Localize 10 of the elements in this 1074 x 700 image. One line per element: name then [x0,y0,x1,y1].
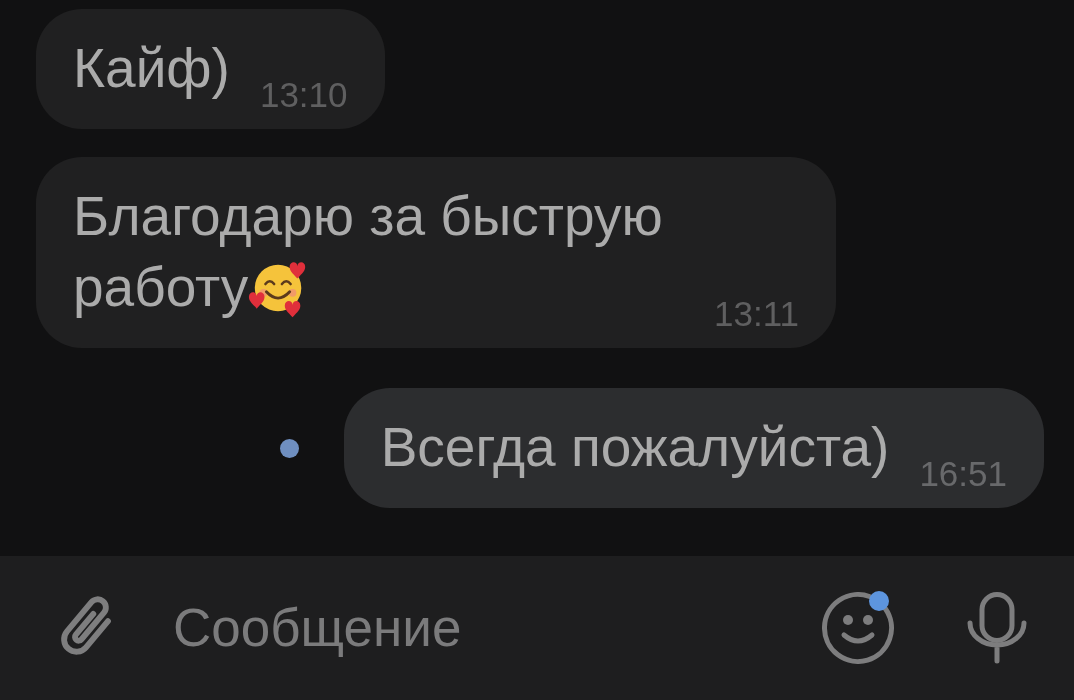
message-text: Кайф) [73,36,230,99]
smiley-face-icon[interactable] [822,592,894,664]
message-input-bar[interactable]: Сообщение [0,556,1074,700]
message-time: 16:51 [919,456,1007,491]
message-time: 13:10 [259,76,348,112]
microphone-icon[interactable] [967,592,1027,664]
message-field[interactable]: Сообщение [173,596,782,660]
message-time: 13:11 [714,296,799,331]
message-text: Благодарю за быструю работу [73,184,663,318]
message-text: Всегда пожалуйста) [380,416,890,478]
